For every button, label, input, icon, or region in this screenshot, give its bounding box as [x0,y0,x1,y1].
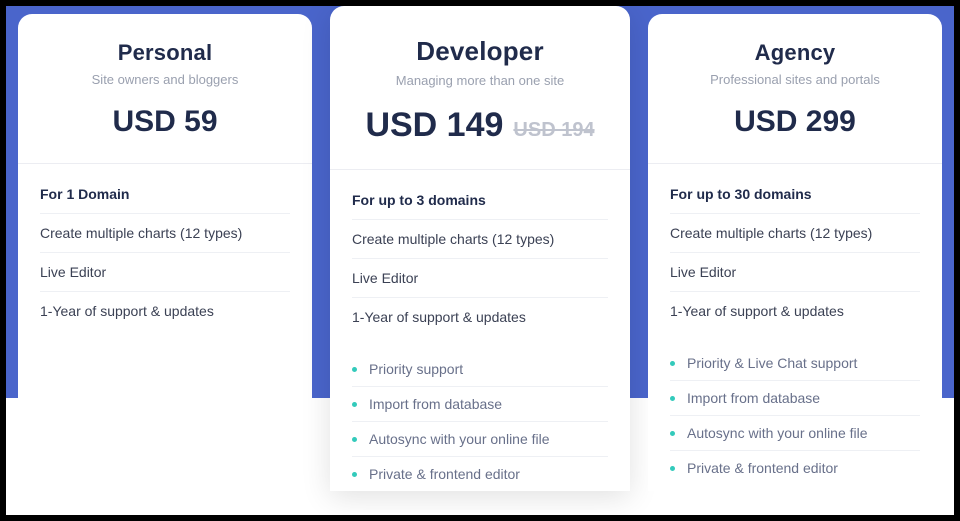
plan-feature: 1-Year of support & updates [670,292,920,330]
plan-extra: Private & frontend editor [352,457,608,491]
plan-extra-label: Private & frontend editor [369,466,520,482]
plan-price: USD 149 [365,106,503,145]
plan-price-row: USD 59 [36,105,294,139]
bullet-dot-icon [670,466,675,471]
plan-extra: Autosync with your online file [352,422,608,457]
plan-feature: Create multiple charts (12 types) [670,214,920,253]
plan-header: Developer Managing more than one site US… [330,6,630,169]
plan-extra: Private & frontend editor [670,451,920,485]
plan-extra-label: Import from database [687,390,820,406]
plan-features: For 1 Domain Create multiple charts (12 … [18,164,312,330]
plan-extra-label: Autosync with your online file [369,431,550,447]
plan-extra: Import from database [352,387,608,422]
plan-feature: 1-Year of support & updates [40,292,290,330]
plan-header: Agency Professional sites and portals US… [648,14,942,163]
plan-lead-feature: For up to 3 domains [352,192,608,220]
plan-price-row: USD 149 USD 194 [348,106,612,145]
plan-feature: Create multiple charts (12 types) [40,214,290,253]
bullet-dot-icon [352,437,357,442]
plan-name: Developer [348,36,612,67]
bullet-dot-icon [352,472,357,477]
plan-price: USD 59 [112,105,217,139]
plan-extra: Import from database [670,381,920,416]
plan-extras: Priority support Import from database Au… [330,336,630,491]
plan-features: For up to 30 domains Create multiple cha… [648,164,942,330]
bullet-dot-icon [352,402,357,407]
bullet-dot-icon [352,367,357,372]
plan-card-personal: Personal Site owners and bloggers USD 59… [18,14,312,491]
plan-extra-label: Priority & Live Chat support [687,355,857,371]
plan-extra: Priority support [352,352,608,387]
plan-card-agency: Agency Professional sites and portals US… [648,14,942,491]
plan-features: For up to 3 domains Create multiple char… [330,170,630,336]
plan-feature: Live Editor [40,253,290,292]
plan-extra-label: Autosync with your online file [687,425,868,441]
plan-extra: Priority & Live Chat support [670,346,920,381]
plan-card-developer: Developer Managing more than one site US… [330,6,630,491]
plan-tagline: Professional sites and portals [666,72,924,87]
bullet-dot-icon [670,431,675,436]
plan-lead-feature: For 1 Domain [40,186,290,214]
plan-name: Personal [36,40,294,66]
plan-feature: Create multiple charts (12 types) [352,220,608,259]
plan-feature: 1-Year of support & updates [352,298,608,336]
plan-tagline: Site owners and bloggers [36,72,294,87]
plan-lead-feature: For up to 30 domains [670,186,920,214]
bullet-dot-icon [670,361,675,366]
plan-extra-label: Private & frontend editor [687,460,838,476]
bullet-dot-icon [670,396,675,401]
plan-price: USD 299 [734,105,856,139]
plan-feature: Live Editor [352,259,608,298]
plan-extra-label: Import from database [369,396,502,412]
plan-extra: Autosync with your online file [670,416,920,451]
plan-price-old: USD 194 [513,119,594,142]
plan-cards-row: Personal Site owners and bloggers USD 59… [6,14,954,491]
plan-feature: Live Editor [670,253,920,292]
plan-extras: Priority & Live Chat support Import from… [648,330,942,485]
plan-extra-label: Priority support [369,361,463,377]
plan-header: Personal Site owners and bloggers USD 59 [18,14,312,163]
plan-name: Agency [666,40,924,66]
plan-price-row: USD 299 [666,105,924,139]
pricing-table: Personal Site owners and bloggers USD 59… [0,0,960,521]
plan-tagline: Managing more than one site [348,73,612,88]
